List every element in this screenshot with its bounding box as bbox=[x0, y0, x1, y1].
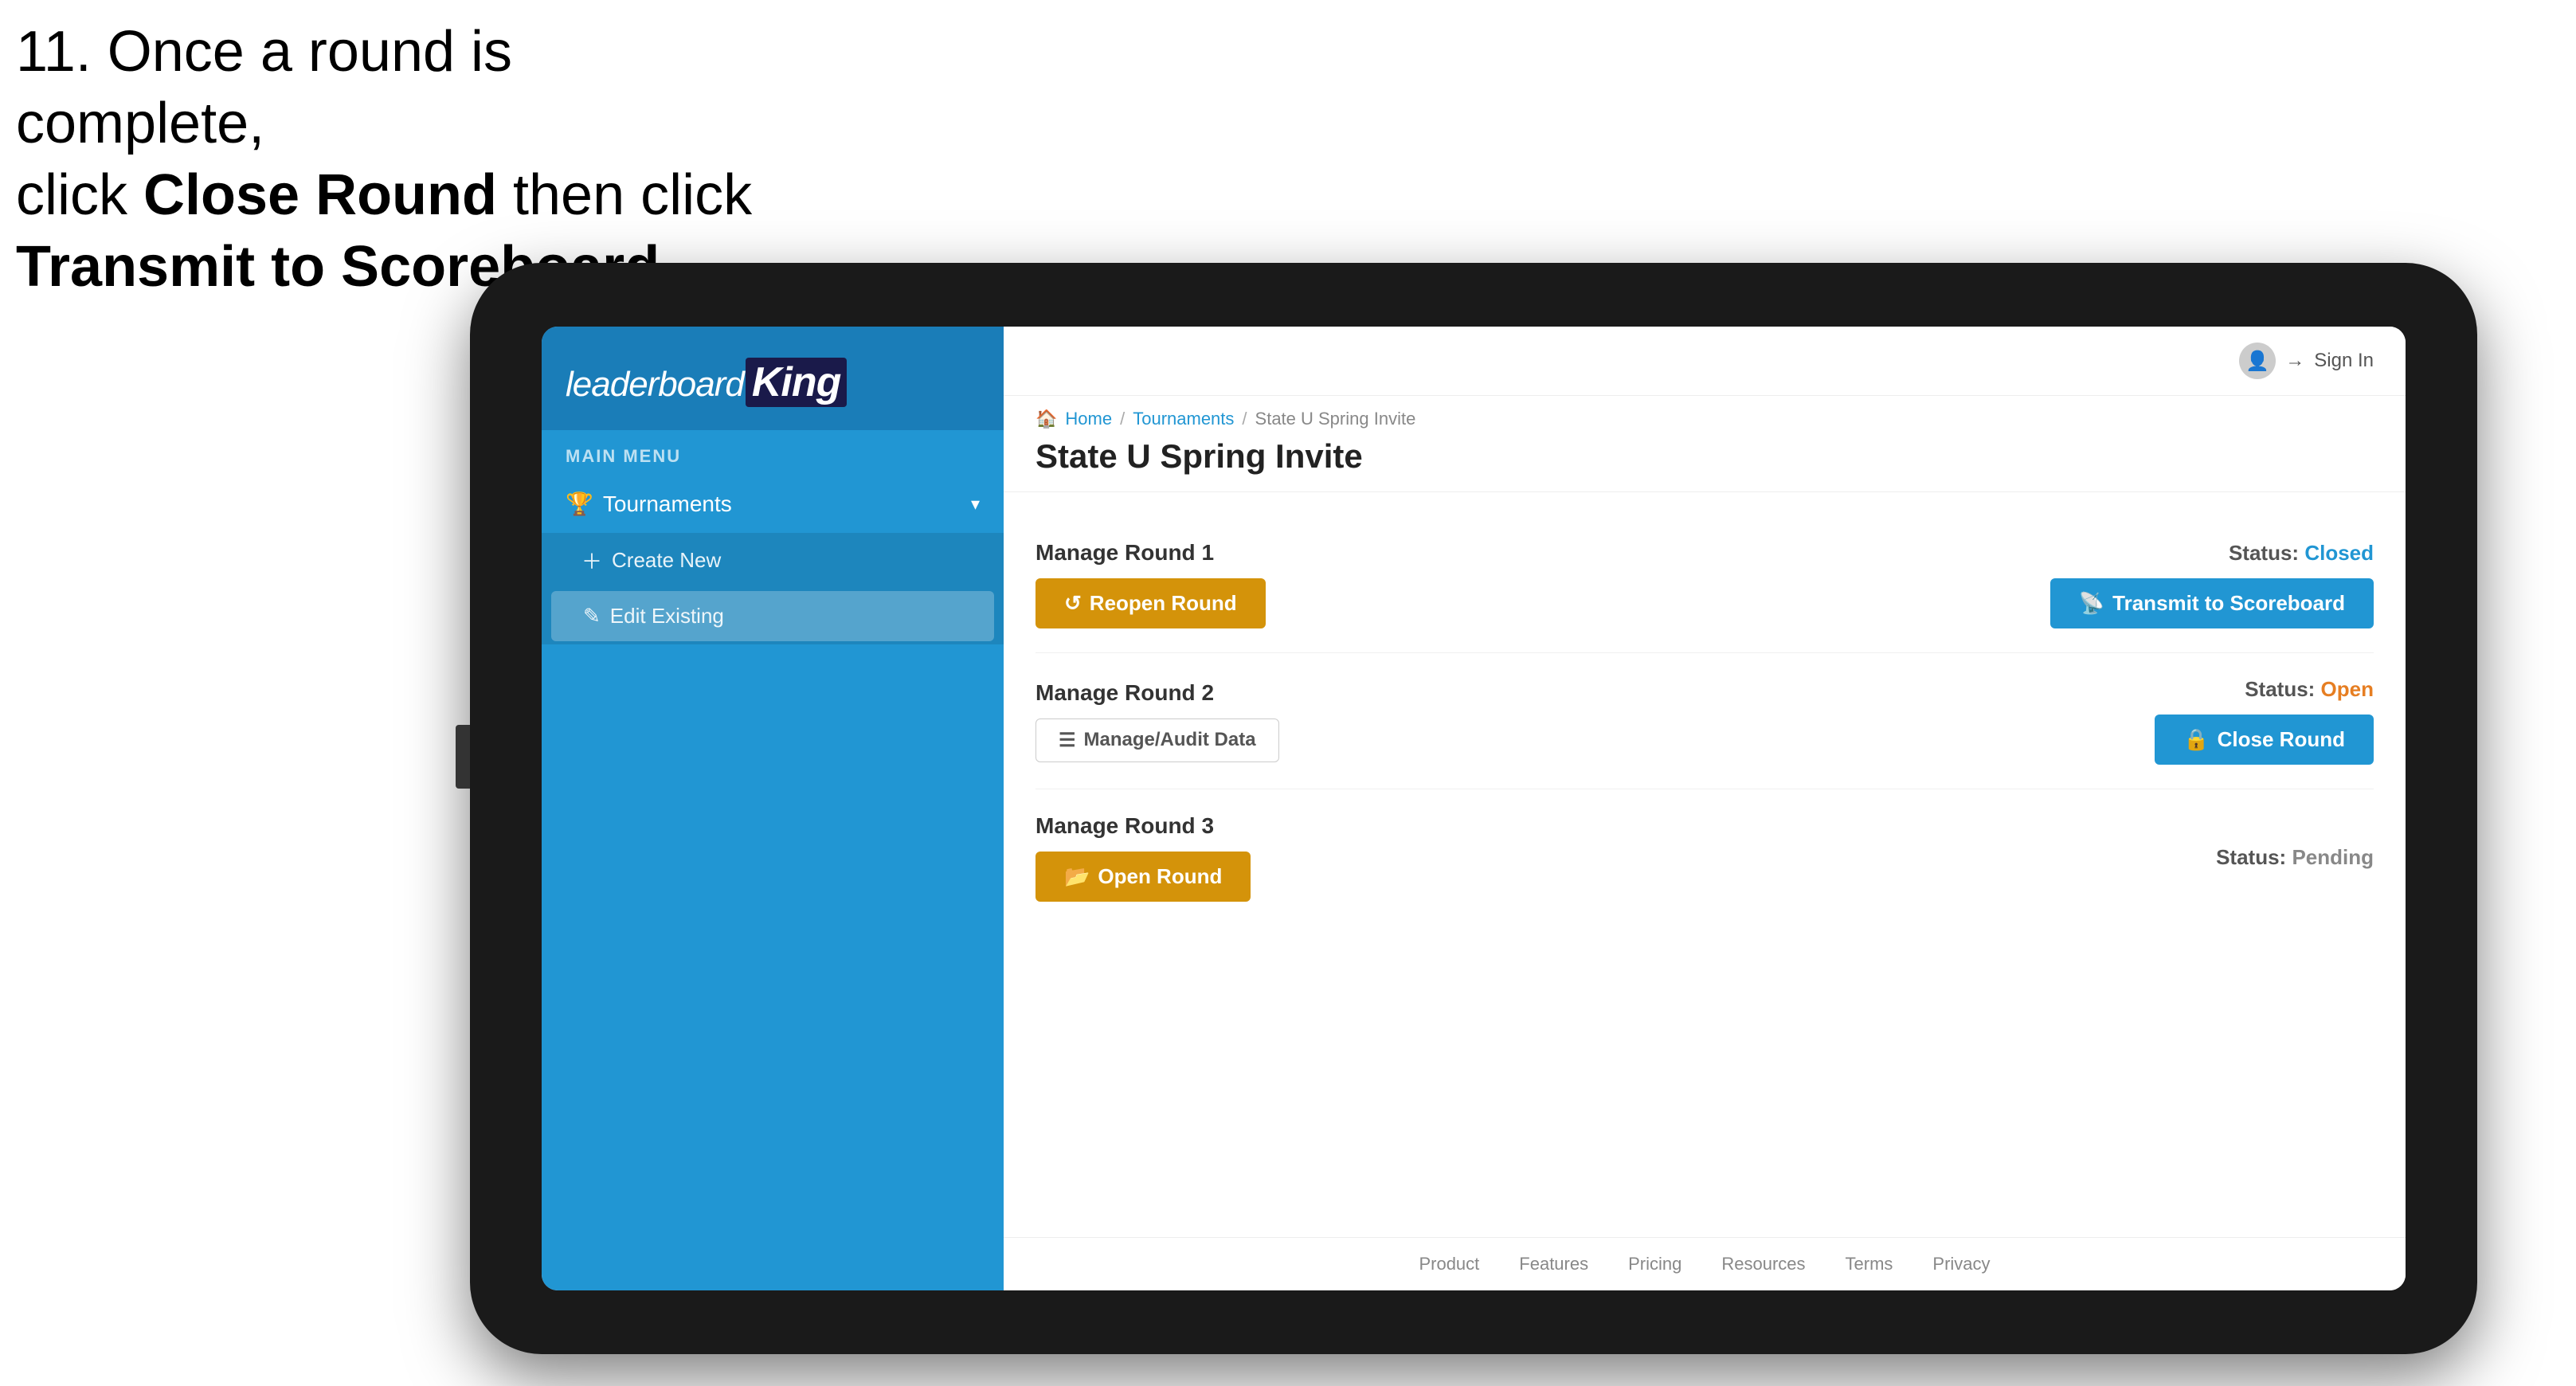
breadcrumb-home[interactable]: Home bbox=[1065, 409, 1112, 429]
round-3-status-value: Pending bbox=[2292, 845, 2374, 869]
open-round-button[interactable]: 📂 Open Round bbox=[1035, 852, 1251, 902]
breadcrumb-sep2: / bbox=[1242, 409, 1247, 429]
open-round-label: Open Round bbox=[1098, 864, 1222, 889]
sidebar-tournaments-label: Tournaments bbox=[603, 491, 732, 517]
round-3-left: Manage Round 3 📂 Open Round bbox=[1035, 813, 1251, 902]
instruction-line2: click Close Round then click bbox=[16, 163, 752, 227]
sidebar-item-create-new[interactable]: ＋ Create New bbox=[542, 533, 1004, 588]
avatar: 👤 bbox=[2239, 343, 2276, 379]
main-content: 👤 → Sign In 🏠 Home / Tournaments / State… bbox=[1004, 327, 2406, 1290]
main-menu-label: MAIN MENU bbox=[542, 430, 1004, 475]
audit-icon: ☰ bbox=[1059, 729, 1076, 752]
footer-pricing[interactable]: Pricing bbox=[1628, 1254, 1681, 1274]
footer: Product Features Pricing Resources Terms… bbox=[1004, 1237, 2406, 1290]
round-2-left: Manage Round 2 ☰ Manage/Audit Data bbox=[1035, 680, 1279, 762]
tablet-device: leaderboardKing MAIN MENU 🏆 Tournaments … bbox=[470, 263, 2477, 1354]
sidebar: leaderboardKing MAIN MENU 🏆 Tournaments … bbox=[542, 327, 1004, 1290]
round-3-right: Status: Pending bbox=[2216, 845, 2374, 870]
home-icon: 🏠 bbox=[1035, 409, 1057, 429]
round-1-status-value: Closed bbox=[2304, 541, 2374, 565]
edit-icon: ✎ bbox=[583, 604, 601, 628]
round-2-title: Manage Round 2 bbox=[1035, 680, 1279, 706]
tablet-side-button bbox=[456, 725, 470, 789]
breadcrumb-tournaments[interactable]: Tournaments bbox=[1133, 409, 1234, 429]
round-2-status-value: Open bbox=[2321, 677, 2374, 701]
footer-resources[interactable]: Resources bbox=[1721, 1254, 1805, 1274]
logo-area: leaderboardKing bbox=[542, 327, 1004, 430]
reopen-round-button[interactable]: ↺ Reopen Round bbox=[1035, 578, 1266, 628]
footer-terms[interactable]: Terms bbox=[1846, 1254, 1893, 1274]
signin-arrow-icon: → bbox=[2285, 350, 2304, 372]
instruction-line1: 11. Once a round is complete, bbox=[16, 20, 512, 155]
sidebar-item-edit-existing[interactable]: ✎ Edit Existing bbox=[551, 591, 994, 641]
transmit-scoreboard-button[interactable]: 📡 Transmit to Scoreboard bbox=[2050, 578, 2374, 628]
instruction-block: 11. Once a round is complete, click Clos… bbox=[16, 16, 773, 303]
reopen-icon: ↺ bbox=[1064, 591, 1082, 616]
footer-privacy[interactable]: Privacy bbox=[1932, 1254, 1990, 1274]
round-2-status: Status: Open bbox=[2245, 677, 2374, 702]
sidebar-item-tournaments[interactable]: 🏆 Tournaments ▾ bbox=[542, 475, 1004, 533]
round-1-status: Status: Closed bbox=[2229, 541, 2374, 566]
round-1-right: Status: Closed 📡 Transmit to Scoreboard bbox=[2050, 541, 2374, 628]
round-3-title: Manage Round 3 bbox=[1035, 813, 1251, 839]
open-icon: 📂 bbox=[1064, 864, 1090, 889]
manage-audit-label: Manage/Audit Data bbox=[1084, 729, 1256, 751]
round-3-section: Manage Round 3 📂 Open Round Status: Pend… bbox=[1035, 789, 2374, 926]
breadcrumb-current: State U Spring Invite bbox=[1255, 409, 1416, 429]
create-new-label: Create New bbox=[612, 548, 721, 573]
chevron-down-icon: ▾ bbox=[971, 494, 980, 515]
lock-icon: 🔒 bbox=[2183, 727, 2209, 752]
round-1-title: Manage Round 1 bbox=[1035, 540, 1266, 566]
sidebar-submenu-tournaments: ＋ Create New ✎ Edit Existing bbox=[542, 533, 1004, 644]
round-2-section: Manage Round 2 ☰ Manage/Audit Data Statu… bbox=[1035, 653, 2374, 789]
instruction-bold1: Close Round bbox=[143, 163, 497, 227]
round-2-right: Status: Open 🔒 Close Round bbox=[2155, 677, 2374, 765]
page-title: State U Spring Invite bbox=[1004, 429, 2406, 492]
logo-leaderboard: leaderboard bbox=[566, 365, 744, 404]
plus-icon: ＋ bbox=[581, 546, 602, 575]
trophy-icon: 🏆 bbox=[566, 491, 593, 517]
round-1-left: Manage Round 1 ↺ Reopen Round bbox=[1035, 540, 1266, 628]
logo-king: King bbox=[746, 358, 848, 407]
signin-area[interactable]: 👤 → Sign In bbox=[2239, 343, 2374, 379]
tablet-screen: leaderboardKing MAIN MENU 🏆 Tournaments … bbox=[542, 327, 2406, 1290]
round-1-section: Manage Round 1 ↺ Reopen Round Status: Cl… bbox=[1035, 516, 2374, 653]
transmit-scoreboard-label: Transmit to Scoreboard bbox=[2112, 591, 2345, 616]
breadcrumb-sep1: / bbox=[1120, 409, 1125, 429]
close-round-label: Close Round bbox=[2218, 727, 2345, 752]
manage-audit-button[interactable]: ☰ Manage/Audit Data bbox=[1035, 718, 1279, 762]
app-logo: leaderboardKing bbox=[566, 358, 980, 406]
transmit-icon: 📡 bbox=[2079, 591, 2104, 616]
signin-label: Sign In bbox=[2314, 350, 2374, 372]
footer-features[interactable]: Features bbox=[1519, 1254, 1588, 1274]
footer-product[interactable]: Product bbox=[1419, 1254, 1479, 1274]
breadcrumb: 🏠 Home / Tournaments / State U Spring In… bbox=[1004, 396, 2406, 429]
close-round-button[interactable]: 🔒 Close Round bbox=[2155, 715, 2374, 765]
round-3-status: Status: Pending bbox=[2216, 845, 2374, 870]
top-bar: 👤 → Sign In bbox=[1004, 327, 2406, 396]
edit-existing-label: Edit Existing bbox=[610, 604, 724, 628]
reopen-round-label: Reopen Round bbox=[1090, 591, 1237, 616]
content-area: Manage Round 1 ↺ Reopen Round Status: Cl… bbox=[1004, 492, 2406, 1237]
